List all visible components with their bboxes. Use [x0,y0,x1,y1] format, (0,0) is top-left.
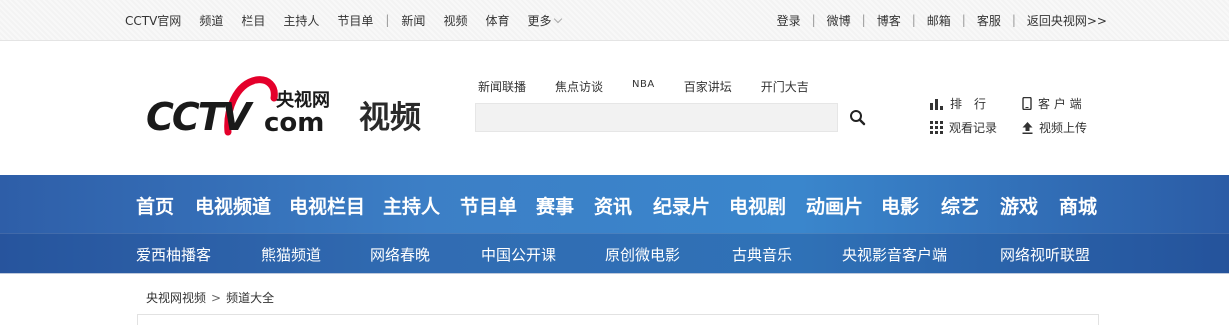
search-icon [850,110,866,126]
subnav-panda[interactable]: 熊猫频道 [261,244,321,265]
upload-label: 视频上传 [1039,121,1088,135]
client-link[interactable]: 客 户 端 [1022,95,1082,112]
subnav-classical-music[interactable]: 古典音乐 [732,244,792,265]
subnav-spring-gala[interactable]: 网络春晚 [370,244,430,265]
history-link[interactable]: 观看记录 [930,119,997,136]
top-link-schedule[interactable]: 节目单 [337,12,373,29]
top-link-news[interactable]: 新闻 [401,12,425,29]
nav-documentary[interactable]: 纪录片 [653,192,710,219]
nav-animation[interactable]: 动画片 [806,192,863,219]
nav-mall[interactable]: 商城 [1059,192,1097,219]
top-separator: | [961,13,966,27]
nav-tv-channels[interactable]: 电视频道 [195,192,271,219]
top-link-hosts[interactable]: 主持人 [283,12,319,29]
rank-label: 排 行 [950,97,987,111]
breadcrumb-home[interactable]: 央视网视频 [146,289,206,306]
cctv-logo-graphic: CCTV 央视网 com 视频 [146,76,421,139]
top-link-more[interactable]: 更多 [527,12,563,29]
svg-text:视频: 视频 [359,100,421,136]
top-separator: | [385,13,390,27]
nav-variety[interactable]: 综艺 [941,192,979,219]
svg-text:com: com [264,108,324,138]
client-label: 客 户 端 [1038,97,1082,111]
upload-link[interactable]: 视频上传 [1022,119,1087,136]
mobile-icon [1022,97,1032,110]
nav-hosts[interactable]: 主持人 [383,192,440,219]
subnav-open-course[interactable]: 中国公开课 [481,244,556,265]
nav-home[interactable]: 首页 [136,192,174,219]
top-link-video[interactable]: 视频 [443,12,467,29]
chevron-down-icon [554,14,563,23]
service-link[interactable]: 客服 [977,12,1001,29]
top-separator: | [911,13,916,27]
grid-icon [930,121,943,134]
nav-tv-series[interactable]: 电视剧 [729,192,786,219]
breadcrumb: 央视网视频 > 频道大全 [146,289,274,306]
nav-tv-columns[interactable]: 电视栏目 [289,192,365,219]
search-hot-links: 新闻联播 焦点访谈 NBA 百家讲坛 开门大吉 [478,78,838,95]
breadcrumb-current: 频道大全 [226,291,275,305]
nav-news[interactable]: 资讯 [594,192,632,219]
subnav-cbox-client[interactable]: 央视影音客户端 [842,244,947,265]
subnav-aixiyou[interactable]: 爱西柚播客 [136,244,211,265]
upload-icon [1022,121,1033,134]
top-link-columns[interactable]: 栏目 [241,12,265,29]
main-navigation: 首页 电视频道 电视栏目 主持人 节目单 赛事 资讯 纪录片 电视剧 动画片 电… [0,175,1229,274]
subnav-alliance[interactable]: 网络视听联盟 [1000,244,1090,265]
top-separator: | [1011,13,1016,27]
secondary-nav: 爱西柚播客 熊猫频道 网络春晚 中国公开课 原创微电影 古典音乐 央视影音客户端… [0,233,1229,274]
top-link-cctv[interactable]: CCTV官网 [125,12,181,29]
top-right-links: 登录 | 微博 | 博客 | 邮箱 | 客服 | 返回央视网>> [777,0,1107,40]
blog-link[interactable]: 博客 [877,12,901,29]
nav-schedule[interactable]: 节目单 [460,192,517,219]
hot-link-kaimendaji[interactable]: 开门大吉 [761,78,809,95]
nav-events[interactable]: 赛事 [536,192,574,219]
top-link-channels[interactable]: 频道 [199,12,223,29]
top-separator: | [861,13,866,27]
primary-nav: 首页 电视频道 电视栏目 主持人 节目单 赛事 资讯 纪录片 电视剧 动画片 电… [0,175,1229,233]
nav-movies[interactable]: 电影 [881,192,919,219]
top-left-links: CCTV官网 频道 栏目 主持人 节目单 | 新闻 视频 体育 更多 [125,0,579,40]
top-more-label: 更多 [527,13,552,28]
history-label: 观看记录 [949,121,998,135]
content-panel [137,314,1099,325]
search-button[interactable] [848,108,868,128]
mail-link[interactable]: 邮箱 [927,12,951,29]
cctv-video-logo[interactable]: CCTV 央视网 com 视频 [144,74,439,142]
top-link-sports[interactable]: 体育 [485,12,509,29]
login-link[interactable]: 登录 [777,12,801,29]
hot-link-jiaodianfangtan[interactable]: 焦点访谈 [555,78,603,95]
back-to-cctv-link[interactable]: 返回央视网>> [1027,12,1107,29]
svg-text:CCTV: CCTV [146,95,254,139]
rank-link[interactable]: 排 行 [930,95,986,112]
weibo-link[interactable]: 微博 [827,12,851,29]
top-separator: | [811,13,816,27]
top-utility-bar: CCTV官网 频道 栏目 主持人 节目单 | 新闻 视频 体育 更多 登录 | … [0,0,1229,41]
hot-link-baijiajiangtan[interactable]: 百家讲坛 [684,78,732,95]
breadcrumb-separator: > [211,290,222,305]
subnav-micro-film[interactable]: 原创微电影 [605,244,680,265]
hot-link-xinwenlianbo[interactable]: 新闻联播 [478,78,526,95]
search-input[interactable] [475,103,838,132]
hot-link-nba[interactable]: NBA [632,79,655,95]
bar-chart-icon [930,98,943,110]
nav-games[interactable]: 游戏 [1000,192,1038,219]
